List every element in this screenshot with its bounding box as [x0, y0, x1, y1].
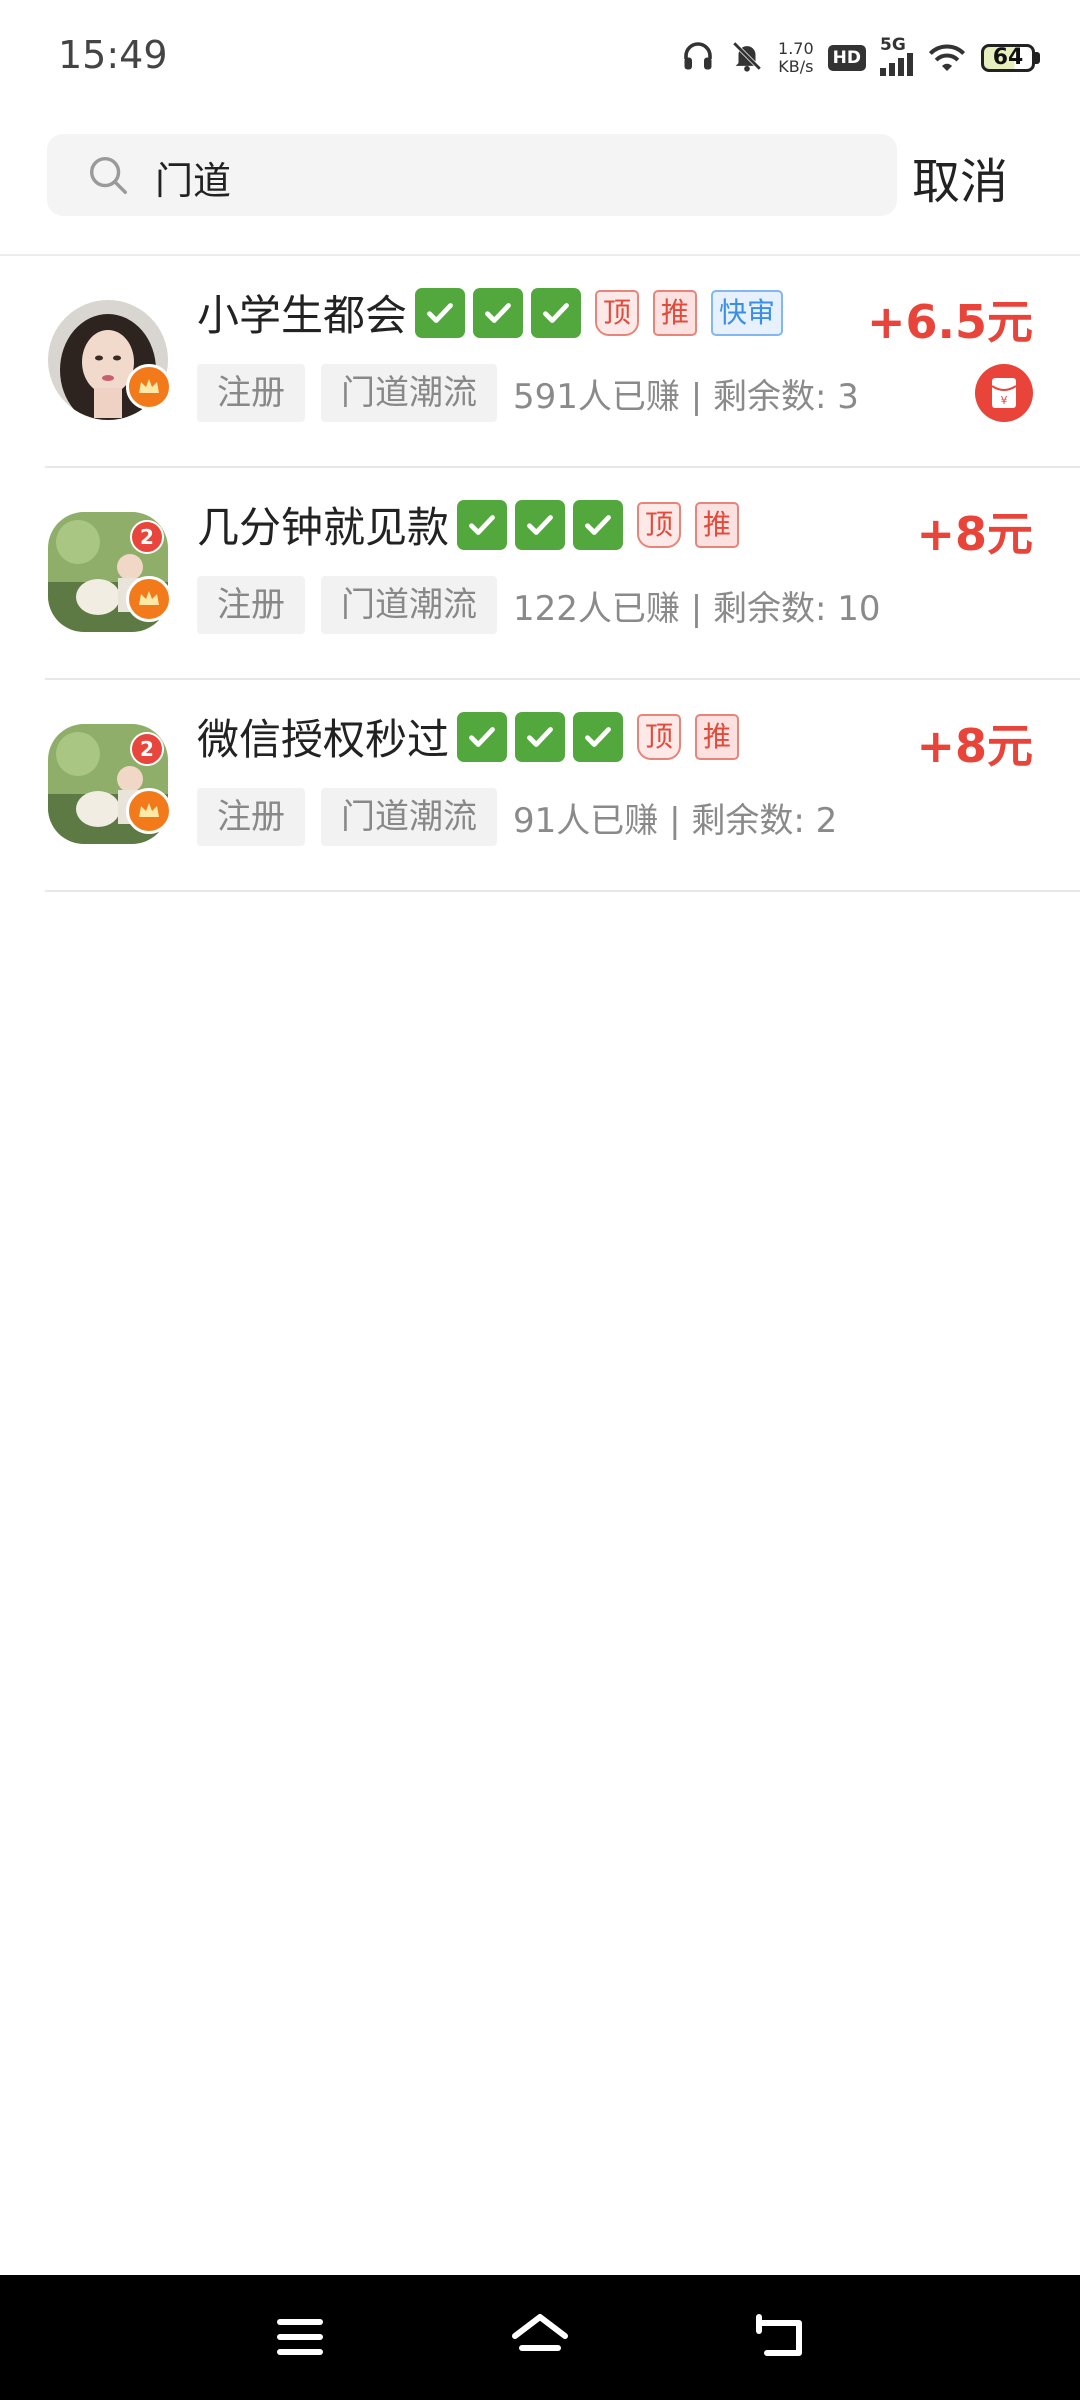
tag-top: 顶	[637, 713, 682, 760]
status-bar: 15:49 1.70 KB/s HD 5G 64	[0, 0, 1080, 115]
avatar: 2	[48, 724, 172, 844]
battery-level: 64	[981, 43, 1035, 72]
crown-icon	[126, 364, 172, 410]
back-icon[interactable]	[748, 2305, 812, 2369]
tag-top: 顶	[637, 501, 682, 548]
check-mark-icon	[531, 287, 582, 338]
check-mark-icon	[457, 711, 508, 762]
mute-bell-icon	[730, 39, 764, 77]
check-mark-icon	[457, 499, 508, 550]
avatar	[48, 300, 172, 420]
tag-fast-review: 快审	[711, 289, 784, 336]
search-input[interactable]: 门道	[155, 150, 231, 205]
task-stats: 91人已赚 | 剩余数: 2	[513, 800, 838, 841]
status-time: 15:49	[58, 33, 168, 77]
notification-badge: 2	[130, 520, 164, 554]
task-title: 几分钟就见款	[197, 503, 450, 552]
task-info-row: 注册 门道潮流 591人已赚 | 剩余数: 3	[197, 364, 859, 422]
check-mark-icon	[515, 499, 566, 550]
system-nav-bar	[0, 2275, 1080, 2400]
hd-badge: HD	[827, 44, 866, 71]
status-icons: 1.70 KB/s HD 5G 64	[680, 30, 1040, 85]
cancel-button[interactable]: 取消	[912, 142, 1008, 212]
check-mark-icon	[473, 287, 524, 338]
task-title: 微信授权秒过	[197, 715, 450, 764]
svg-text:¥: ¥	[1001, 394, 1008, 407]
network-speed: 1.70 KB/s	[778, 38, 814, 76]
search-icon	[89, 156, 127, 194]
task-stats: 122人已赚 | 剩余数: 10	[513, 588, 881, 629]
task-info-row: 注册 门道潮流 122人已赚 | 剩余数: 10	[197, 576, 881, 634]
avatar: 2	[48, 512, 172, 632]
headphones-icon	[680, 38, 716, 78]
crown-icon	[126, 788, 172, 834]
reward-amount: +8元	[916, 507, 1033, 561]
category-chip: 注册	[197, 364, 305, 422]
category-chip: 注册	[197, 788, 305, 846]
task-title-row: 微信授权秒过 顶 推	[197, 706, 740, 767]
battery-icon: 64	[981, 43, 1040, 72]
category-chip: 注册	[197, 576, 305, 634]
red-packet-icon[interactable]: ¥	[975, 364, 1033, 422]
notification-badge: 2	[130, 732, 164, 766]
task-title-row: 几分钟就见款 顶 推	[197, 494, 740, 555]
task-title: 小学生都会	[197, 291, 408, 340]
task-info-row: 注册 门道潮流 91人已赚 | 剩余数: 2	[197, 788, 837, 846]
wifi-icon	[927, 39, 967, 77]
tag-recommend: 推	[695, 501, 740, 548]
source-chip: 门道潮流	[321, 788, 497, 846]
home-icon[interactable]	[508, 2305, 572, 2369]
task-list: 小学生都会 顶 推 快审 注册 门道潮流 591人已赚 | 剩余数: 3 +6.…	[0, 256, 1080, 892]
task-item[interactable]: 2 微信授权秒过 顶 推 注册 门道潮流 91人已赚 | 剩余数: 2 +8元	[45, 680, 1080, 892]
tag-recommend: 推	[695, 713, 740, 760]
tag-recommend: 推	[653, 289, 698, 336]
crown-icon	[126, 576, 172, 622]
search-bar[interactable]: 门道	[47, 134, 897, 216]
check-mark-icon	[573, 499, 624, 550]
task-title-row: 小学生都会 顶 推 快审	[197, 282, 784, 343]
signal-icon: 5G	[880, 35, 913, 76]
task-stats: 591人已赚 | 剩余数: 3	[513, 376, 859, 417]
source-chip: 门道潮流	[321, 576, 497, 634]
check-mark-icon	[515, 711, 566, 762]
reward-amount: +8元	[916, 719, 1033, 773]
source-chip: 门道潮流	[321, 364, 497, 422]
tag-top: 顶	[595, 289, 640, 336]
reward-amount: +6.5元	[866, 295, 1033, 349]
check-mark-icon	[573, 711, 624, 762]
check-mark-icon	[415, 287, 466, 338]
task-item[interactable]: 2 几分钟就见款 顶 推 注册 门道潮流 122人已赚 | 剩余数: 10 +8…	[45, 468, 1080, 680]
menu-icon[interactable]	[268, 2305, 332, 2369]
task-item[interactable]: 小学生都会 顶 推 快审 注册 门道潮流 591人已赚 | 剩余数: 3 +6.…	[45, 256, 1080, 468]
